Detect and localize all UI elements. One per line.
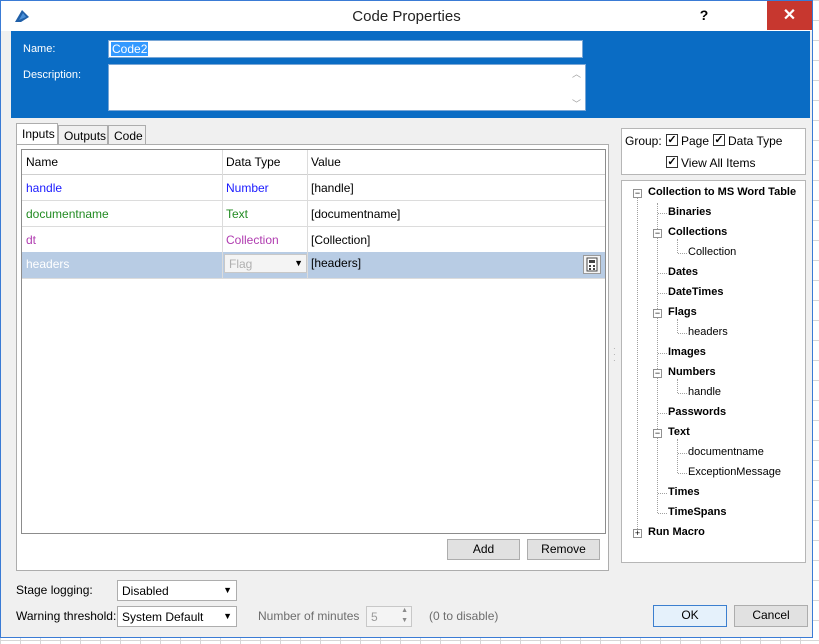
table-row[interactable]: dt Collection [Collection] xyxy=(22,226,605,253)
name-label: Name: xyxy=(23,43,56,55)
chevron-down-icon: ▼ xyxy=(223,585,232,595)
collapse-icon[interactable]: − xyxy=(653,429,662,438)
column-separator xyxy=(222,150,223,278)
chevron-down-icon[interactable]: ▼ xyxy=(401,617,408,624)
data-type-dropdown[interactable]: Flag ▼ xyxy=(224,254,307,273)
warning-threshold-value: System Default xyxy=(122,610,204,624)
row-name[interactable]: dt xyxy=(26,233,36,247)
tree-item-exceptionmessage[interactable]: ExceptionMessage xyxy=(688,466,781,478)
tree-item-numbers[interactable]: Numbers xyxy=(668,366,716,378)
page-checkbox[interactable]: ✓ xyxy=(666,134,678,146)
minutes-hint: (0 to disable) xyxy=(429,609,499,623)
chevron-down-icon: ▼ xyxy=(223,611,232,621)
tree-item-flags[interactable]: Flags xyxy=(668,306,697,318)
description-scrollbar[interactable]: ︿ ﹀ xyxy=(569,65,585,110)
stage-logging-value: Disabled xyxy=(122,584,169,598)
tree-item-headers[interactable]: headers xyxy=(688,326,728,338)
data-type-checkbox-label[interactable]: Data Type xyxy=(728,134,782,148)
table-row[interactable]: documentname Text [documentname] xyxy=(22,200,605,227)
inputs-grid: Name Data Type Value handle Number [hand… xyxy=(21,149,606,534)
tab-outputs[interactable]: Outputs xyxy=(58,125,108,144)
stage-logging-label: Stage logging: xyxy=(16,583,93,597)
name-value: Code2 xyxy=(111,42,149,56)
column-header-data-type[interactable]: Data Type xyxy=(226,155,280,169)
data-item-tree: − Collection to MS Word Table Binaries −… xyxy=(621,180,806,563)
tab-code[interactable]: Code xyxy=(108,125,146,144)
row-name[interactable]: documentname xyxy=(26,207,109,221)
chevron-up-icon[interactable]: ▲ xyxy=(401,607,408,614)
title-bar: Code Properties ? ✕ xyxy=(1,1,812,31)
grid-header: Name Data Type Value xyxy=(22,150,605,175)
add-button[interactable]: Add xyxy=(447,539,520,560)
dialog-title: Code Properties xyxy=(352,8,461,25)
chevron-down-icon: ▼ xyxy=(294,258,303,268)
tree-item-handle[interactable]: handle xyxy=(688,386,721,398)
code-properties-dialog: Code Properties ? ✕ Name: Code2 Descript… xyxy=(0,0,813,638)
remove-button[interactable]: Remove xyxy=(527,539,600,560)
calculator-icon xyxy=(586,257,598,272)
tree-item-timespans[interactable]: TimeSpans xyxy=(668,506,727,518)
row-value[interactable]: [Collection] xyxy=(311,233,370,247)
description-input[interactable]: ︿ ﹀ xyxy=(108,64,586,111)
tree-item-documentname[interactable]: documentname xyxy=(688,446,764,458)
warning-threshold-label: Warning threshold: xyxy=(16,609,117,623)
tree-item-datetimes[interactable]: DateTimes xyxy=(668,286,723,298)
ok-button[interactable]: OK xyxy=(653,605,727,627)
group-label: Group: xyxy=(625,134,662,148)
column-header-name[interactable]: Name xyxy=(26,155,58,169)
collapse-icon[interactable]: − xyxy=(633,189,642,198)
row-name[interactable]: headers xyxy=(26,257,69,271)
tree-root-collection-to-word[interactable]: Collection to MS Word Table xyxy=(648,186,796,198)
description-label: Description: xyxy=(23,69,82,81)
header-panel: Name: Code2 Description: ︿ ﹀ xyxy=(11,31,810,118)
tree-item-images[interactable]: Images xyxy=(668,346,706,358)
tree-item-binaries[interactable]: Binaries xyxy=(668,206,711,218)
scroll-up-icon[interactable]: ︿ xyxy=(572,67,581,80)
help-button[interactable]: ? xyxy=(694,5,714,25)
page-checkbox-label[interactable]: Page xyxy=(681,134,709,148)
scroll-down-icon[interactable]: ﹀ xyxy=(572,97,581,110)
stage-logging-select[interactable]: Disabled ▼ xyxy=(117,580,237,601)
data-type-checkbox[interactable]: ✓ xyxy=(713,134,725,146)
expression-editor-button[interactable] xyxy=(583,255,601,274)
inputs-tab-panel: Name Data Type Value handle Number [hand… xyxy=(16,144,609,571)
tree-item-passwords[interactable]: Passwords xyxy=(668,406,726,418)
expand-icon[interactable]: + xyxy=(633,529,642,538)
tree-root-run-macro[interactable]: Run Macro xyxy=(648,526,705,538)
minutes-value: 5 xyxy=(371,610,378,624)
view-all-checkbox[interactable]: ✓ xyxy=(666,156,678,168)
data-type-value: Flag xyxy=(229,257,253,271)
tree-item-collection[interactable]: Collection xyxy=(688,246,736,258)
collapse-icon[interactable]: − xyxy=(653,229,662,238)
row-value[interactable]: [handle] xyxy=(311,181,354,195)
row-name[interactable]: handle xyxy=(26,181,62,195)
group-options: Group: ✓ Page ✓ Data Type ✓ View All Ite… xyxy=(621,128,806,175)
row-type[interactable]: Number xyxy=(226,181,269,195)
row-value[interactable]: [documentname] xyxy=(311,207,400,221)
row-type[interactable]: Collection xyxy=(226,233,279,247)
tree-item-collections[interactable]: Collections xyxy=(668,226,727,238)
table-row-selected[interactable]: headers Flag ▼ [headers] xyxy=(22,252,605,279)
minutes-label: Number of minutes xyxy=(258,609,360,623)
minutes-stepper[interactable]: 5 ▲ ▼ xyxy=(366,606,412,627)
tab-inputs[interactable]: Inputs xyxy=(16,123,58,145)
name-input[interactable]: Code2 xyxy=(108,40,583,58)
splitter-handle[interactable]: · · · xyxy=(613,345,616,365)
warning-threshold-select[interactable]: System Default ▼ xyxy=(117,606,237,627)
column-header-value[interactable]: Value xyxy=(311,155,341,169)
tree-item-dates[interactable]: Dates xyxy=(668,266,698,278)
column-separator xyxy=(307,150,308,278)
tree-item-times[interactable]: Times xyxy=(668,486,700,498)
tree-item-text[interactable]: Text xyxy=(668,426,690,438)
cancel-button[interactable]: Cancel xyxy=(734,605,808,627)
table-row[interactable]: handle Number [handle] xyxy=(22,174,605,201)
view-all-checkbox-label[interactable]: View All Items xyxy=(681,156,755,170)
collapse-icon[interactable]: − xyxy=(653,309,662,318)
close-button[interactable]: ✕ xyxy=(767,1,812,30)
collapse-icon[interactable]: − xyxy=(653,369,662,378)
row-value[interactable]: [headers] xyxy=(311,256,361,270)
row-type[interactable]: Text xyxy=(226,207,248,221)
